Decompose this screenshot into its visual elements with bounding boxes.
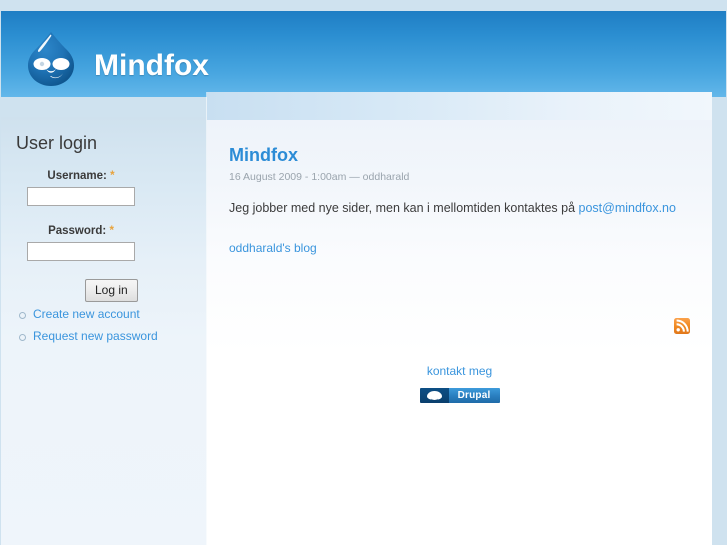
content-top-band: [207, 92, 712, 120]
drupal-badge-label: Drupal: [448, 388, 500, 404]
username-form-item: Username: *: [1, 170, 161, 206]
rss-feed-icon-glyph: [674, 318, 690, 334]
site-header: Mindfox: [1, 11, 726, 97]
bullet-circle-icon: [19, 312, 26, 319]
kontakt-meg-link[interactable]: kontakt meg: [427, 364, 492, 378]
site-footer: kontakt meg Drupal: [207, 363, 712, 404]
create-new-account-link[interactable]: Create new account: [33, 307, 140, 321]
node-article: Mindfox 16 August 2009 - 1:00am — oddhar…: [229, 145, 689, 255]
request-new-password-link[interactable]: Request new password: [33, 329, 158, 343]
password-label: Password: *: [1, 225, 161, 237]
page-root: Mindfox User login Username: * Password:…: [0, 0, 727, 545]
username-label: Username: *: [1, 170, 161, 182]
username-label-text: Username:: [47, 170, 107, 182]
bullet-circle-icon: [19, 334, 26, 341]
password-required-marker: *: [109, 225, 114, 237]
sidebar-left: User login Username: * Password: * Log i…: [1, 117, 207, 545]
user-links-list: Create new account Request new password: [17, 307, 158, 351]
drupal-droplet-icon: [419, 388, 449, 404]
content-body: Mindfox 16 August 2009 - 1:00am — oddhar…: [207, 120, 712, 545]
page-title: Mindfox: [229, 145, 298, 165]
node-links: oddharald's blog: [229, 241, 689, 255]
node-body-prefix: Jeg jobber med nye sider, men kan i mell…: [229, 200, 579, 215]
password-form-item: Password: *: [1, 225, 161, 261]
list-item: Request new password: [17, 329, 158, 343]
site-name[interactable]: Mindfox: [94, 51, 209, 81]
username-input[interactable]: [27, 187, 135, 206]
node-submitted-info: 16 August 2009 - 1:00am — oddharald: [229, 170, 410, 183]
powered-by-drupal-badge[interactable]: Drupal: [419, 388, 500, 404]
site-logo-link[interactable]: [20, 28, 82, 90]
site-header-inner: Mindfox: [1, 11, 726, 97]
node-body-text: Jeg jobber med nye sider, men kan i mell…: [229, 199, 689, 217]
author-blog-link[interactable]: oddharald's blog: [229, 241, 317, 255]
username-required-marker: *: [110, 170, 115, 182]
password-label-text: Password:: [48, 225, 107, 237]
drupal-droplet-icon: [28, 32, 74, 86]
log-in-button[interactable]: Log in: [85, 279, 138, 302]
password-input[interactable]: [27, 242, 135, 261]
content-panel: Mindfox 16 August 2009 - 1:00am — oddhar…: [207, 92, 712, 545]
drupal-droplet-shape: [426, 391, 442, 402]
list-item: Create new account: [17, 307, 158, 321]
user-login-block-title: User login: [16, 133, 98, 153]
rss-feed-icon[interactable]: [674, 318, 690, 334]
contact-email-link[interactable]: post@mindfox.no: [579, 201, 676, 215]
